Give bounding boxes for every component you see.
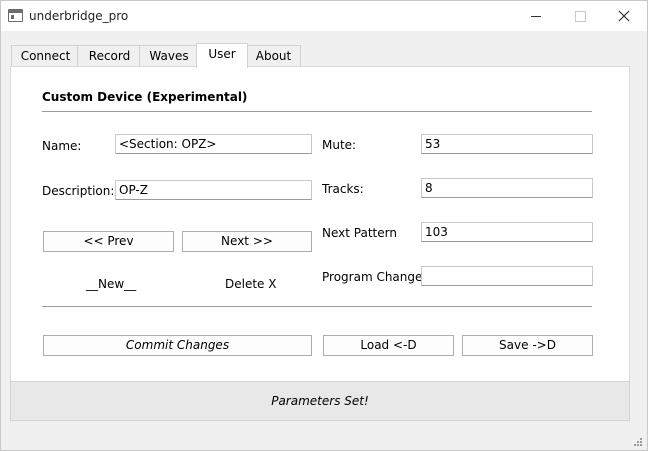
mute-label: Mute: <box>322 138 357 152</box>
divider-bottom <box>42 306 592 307</box>
app-icon <box>8 9 23 22</box>
section-title: Custom Device (Experimental) <box>42 90 248 104</box>
program-change-label: Program Change: <box>322 270 427 284</box>
maximize-button[interactable] <box>557 1 603 31</box>
title-bar[interactable]: underbridge_pro <box>1 1 647 31</box>
next-pattern-label: Next Pattern <box>322 226 397 240</box>
tab-record[interactable]: Record <box>77 45 142 68</box>
status-bar: Parameters Set! <box>10 381 630 421</box>
load-button[interactable]: Load <-D <box>323 335 454 356</box>
mute-field[interactable]: 53 <box>421 134 593 154</box>
description-field[interactable]: OP-Z <box>115 180 312 200</box>
next-button[interactable]: Next >> <box>182 231 312 252</box>
commit-changes-button[interactable]: Commit Changes <box>43 335 312 356</box>
minimize-icon <box>531 15 541 17</box>
program-change-field[interactable] <box>421 266 593 286</box>
close-icon <box>618 10 630 22</box>
delete-button[interactable]: Delete X <box>225 277 276 291</box>
window-title: underbridge_pro <box>29 9 129 23</box>
close-button[interactable] <box>601 1 647 31</box>
tab-connect[interactable]: Connect <box>11 45 80 68</box>
resize-grip-icon[interactable] <box>634 438 643 447</box>
name-label: Name: <box>42 139 82 153</box>
user-tab-panel: Custom Device (Experimental) Name: <Sect… <box>10 66 630 382</box>
tracks-label: Tracks: <box>322 182 364 196</box>
description-label: Description: <box>42 184 115 198</box>
maximize-icon <box>574 10 586 22</box>
prev-button[interactable]: << Prev <box>43 231 174 252</box>
divider-top <box>42 111 592 112</box>
next-pattern-field[interactable]: 103 <box>421 222 593 242</box>
minimize-button[interactable] <box>513 1 559 31</box>
tracks-field[interactable]: 8 <box>421 178 593 198</box>
save-button[interactable]: Save ->D <box>462 335 593 356</box>
tab-about[interactable]: About <box>246 45 301 68</box>
app-window: underbridge_pro Connect Record Waves Use… <box>0 0 648 451</box>
new-button[interactable]: __New__ <box>86 277 136 291</box>
tab-user[interactable]: User <box>196 43 248 68</box>
tab-waves[interactable]: Waves <box>139 45 199 68</box>
name-field[interactable]: <Section: OPZ> <box>115 134 312 154</box>
